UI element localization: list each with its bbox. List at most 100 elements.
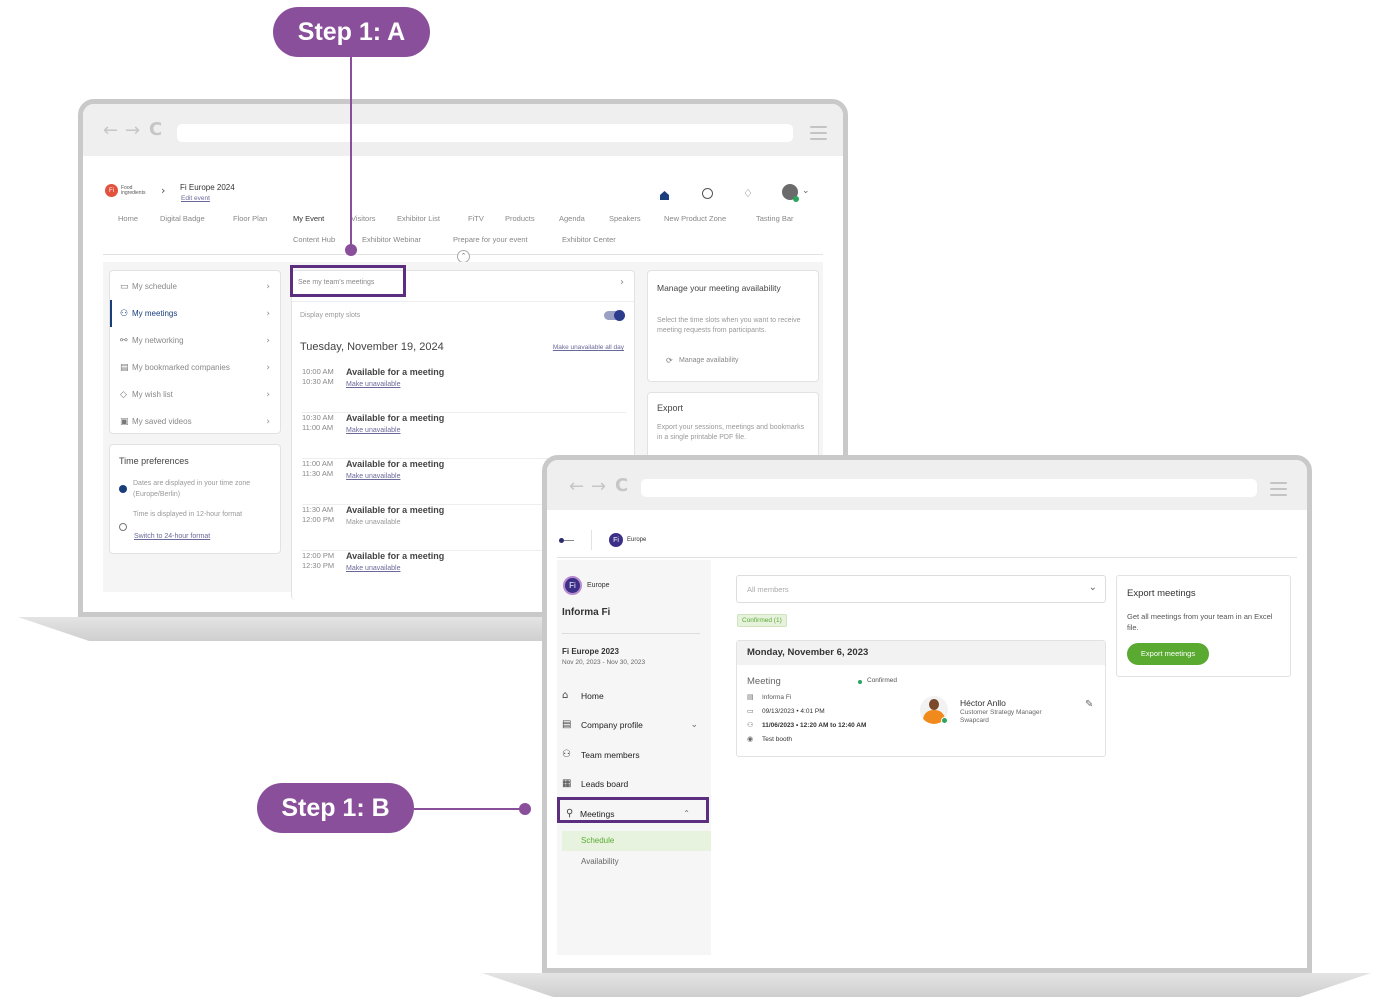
brand-line2: ingredients: [121, 189, 146, 196]
step-1a-callout: Step 1: A: [273, 7, 430, 57]
menu-wish-list[interactable]: ◇ My wish list ›: [110, 381, 280, 408]
slot-end: 10:30 AM: [302, 377, 334, 386]
export-meetings-button-label: Export meetings: [1140, 649, 1196, 658]
menu-my-networking[interactable]: ⚯ My networking ›: [110, 327, 280, 354]
nav-exhibitor-list[interactable]: Exhibitor List: [397, 214, 440, 223]
chat-icon[interactable]: [702, 188, 713, 199]
chevron-right-icon: ›: [266, 416, 270, 427]
nav-exhibitor-webinar[interactable]: Exhibitor Webinar: [362, 235, 421, 244]
menu-my-schedule[interactable]: ▭ My schedule ›: [110, 273, 280, 300]
browser-toolbar: ← → C: [83, 104, 843, 156]
nav-speakers[interactable]: Speakers: [609, 214, 641, 223]
slot-start: 10:30 AM: [302, 413, 334, 422]
slot-start: 11:30 AM: [302, 505, 334, 514]
day-heading: Tuesday, November 19, 2024: [300, 341, 444, 353]
make-unavailable-all-day-link[interactable]: Make unavailable all day: [553, 344, 624, 351]
nav-exhibitor-center[interactable]: Exhibitor Center: [562, 235, 616, 244]
nav-tasting-bar[interactable]: Tasting Bar: [756, 214, 794, 223]
make-unavailable-link[interactable]: Make unavailable: [346, 565, 400, 572]
submenu-availability[interactable]: Availability: [581, 857, 619, 866]
sidebar-item-team-members[interactable]: ⚇ Team members: [562, 749, 640, 760]
see-team-meetings-highlight: [290, 265, 406, 297]
step-1b-callout: Step 1: B: [257, 783, 414, 833]
nav-floor-plan[interactable]: Floor Plan: [233, 214, 267, 223]
menu-saved-videos[interactable]: ▣ My saved videos ›: [110, 408, 280, 435]
sidebar-divider: [562, 633, 700, 634]
confirmed-filter-badge[interactable]: Confirmed (1): [737, 614, 787, 627]
person-company: Swapcard: [960, 717, 989, 724]
avatar-online-dot-icon: [793, 196, 799, 202]
forward-arrow-icon[interactable]: →: [591, 476, 606, 497]
meeting-when: 11/06/2023 • 12:20 AM to 12:40 AM: [762, 722, 867, 729]
status-dot-icon: [858, 680, 862, 684]
nav-fitv[interactable]: FiTV: [468, 214, 484, 223]
header-logo-small[interactable]: [559, 538, 575, 543]
reload-icon[interactable]: C: [149, 119, 162, 140]
divider: [292, 301, 634, 302]
chevron-right-icon: ›: [266, 362, 270, 373]
nav-new-product-zone[interactable]: New Product Zone: [664, 214, 726, 223]
availability-title: Manage your meeting availability: [657, 283, 781, 293]
timezone-text: Dates are displayed in your time zone (E…: [133, 480, 251, 498]
nav-home[interactable]: Home: [118, 214, 138, 223]
address-bar[interactable]: [641, 479, 1257, 497]
nav-products[interactable]: Products: [505, 214, 535, 223]
nav-prepare-event[interactable]: Prepare for your event: [453, 235, 528, 244]
meetings-menu-highlight: [557, 797, 709, 823]
chevron-down-icon[interactable]: ⌄: [802, 186, 810, 196]
people-icon: ⚇: [120, 308, 129, 319]
make-unavailable-link[interactable]: Make unavailable: [346, 473, 400, 480]
export-meetings-button[interactable]: Export meetings: [1127, 643, 1209, 665]
menu-bookmarked-companies[interactable]: ▤ My bookmarked companies ›: [110, 354, 280, 381]
meeting-created: 09/13/2023 • 4:01 PM: [762, 708, 825, 715]
event-menu-card: ▭ My schedule › ⚇ My meetings › ⚯ My networki…: [109, 270, 281, 434]
sidebar-item-leads-board[interactable]: ▦ Leads board: [562, 778, 628, 789]
brand-logo[interactable]: Fi Food ingredients: [105, 184, 145, 197]
menu-icon[interactable]: [810, 126, 827, 144]
make-unavailable-link[interactable]: Make unavailable: [346, 519, 400, 526]
home-icon[interactable]: [659, 188, 670, 200]
header-brand-logo[interactable]: Fi Europe: [609, 533, 646, 547]
export-meetings-desc: Get all meetings from your team in an Ex…: [1127, 612, 1273, 632]
sidebar-brand-logo[interactable]: Fi Europe: [563, 576, 610, 595]
address-bar[interactable]: [177, 124, 793, 142]
person-name[interactable]: Héctor Anllo: [960, 698, 1006, 708]
chevron-down-icon: ⌄: [1088, 582, 1097, 593]
nav-my-event[interactable]: My Event: [293, 214, 324, 223]
slot-end: 12:00 PM: [302, 515, 335, 524]
sidebar-item-company-profile[interactable]: ▤ Company profile ⌄: [562, 719, 698, 730]
sidebar-item-home[interactable]: ⌂ Home: [562, 690, 604, 701]
team-icon: ⚇: [562, 749, 571, 760]
nav-visitors[interactable]: Visitors: [351, 214, 375, 223]
front-laptop-base: [482, 973, 1371, 997]
slot-start: 10:00 AM: [302, 367, 334, 376]
members-select[interactable]: All members ⌄: [736, 575, 1106, 603]
person-online-dot-icon: [941, 717, 948, 724]
menu-my-meetings[interactable]: ⚇ My meetings ›: [110, 300, 280, 327]
make-unavailable-link[interactable]: Make unavailable: [346, 381, 400, 388]
menu-icon[interactable]: [1270, 482, 1287, 500]
reload-icon[interactable]: C: [615, 475, 628, 496]
calendar-icon: ▭: [120, 281, 129, 292]
forward-arrow-icon[interactable]: →: [125, 120, 140, 141]
front-laptop-screen: ← → C Fi Europe Fi Europe Informa Fi Fi …: [542, 455, 1312, 973]
switch-format-link[interactable]: Switch to 24-hour format: [134, 533, 210, 540]
nav-digital-badge[interactable]: Digital Badge: [160, 214, 205, 223]
back-arrow-icon[interactable]: ←: [103, 120, 118, 141]
empty-slots-toggle[interactable]: [604, 310, 625, 321]
chevron-down-icon: ⌄: [690, 719, 698, 730]
bell-icon[interactable]: ♢: [743, 187, 753, 200]
nav-agenda[interactable]: Agenda: [559, 214, 585, 223]
header-bottom-divider: [557, 557, 1297, 558]
back-arrow-icon[interactable]: ←: [569, 476, 584, 497]
slot-start: 12:00 PM: [302, 551, 335, 560]
edit-event-link[interactable]: Edit event: [181, 195, 210, 202]
meeting-day-card: Monday, November 6, 2023 Meeting Confirm…: [736, 640, 1106, 757]
submenu-schedule[interactable]: Schedule: [562, 831, 711, 851]
chevron-right-icon: ›: [266, 335, 270, 346]
edit-pencil-icon[interactable]: ✎: [1085, 699, 1093, 710]
manage-availability-link[interactable]: Manage availability: [679, 357, 739, 364]
make-unavailable-link[interactable]: Make unavailable: [346, 427, 400, 434]
org-name: Informa Fi: [562, 607, 611, 618]
nav-content-hub[interactable]: Content Hub: [293, 235, 335, 244]
